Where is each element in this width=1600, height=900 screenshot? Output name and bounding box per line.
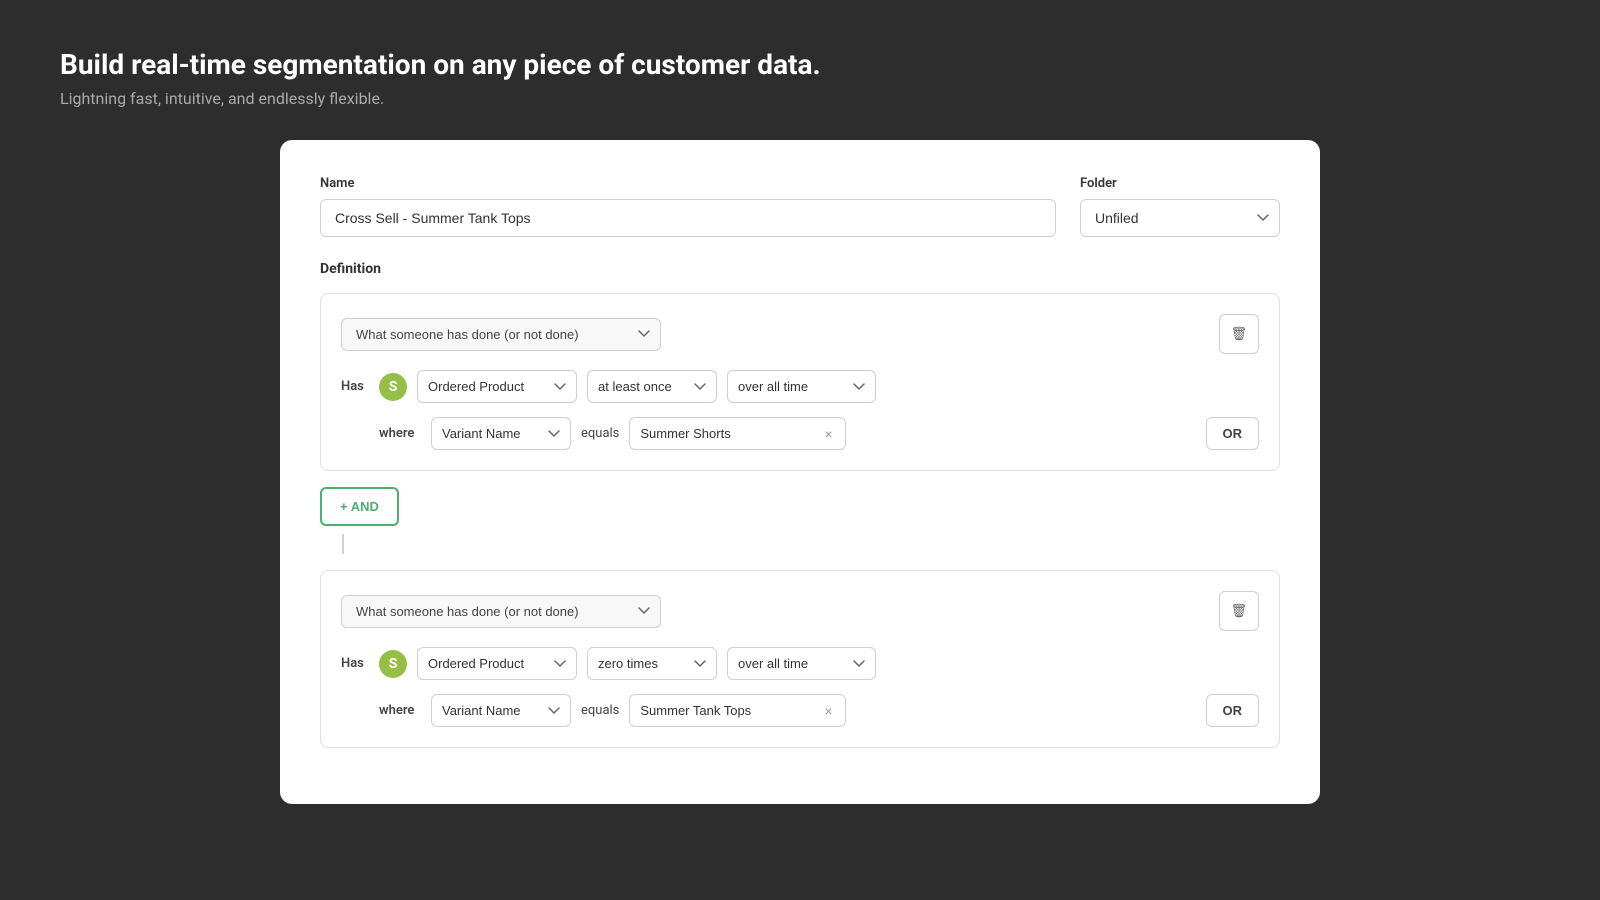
frequency-select-2[interactable]: zero times at least once exactly [587,647,717,680]
frequency-select-1[interactable]: at least once zero times exactly [587,370,717,403]
folder-group: Folder Unfiled Campaign Archive [1080,176,1280,237]
name-group: Name [320,176,1056,237]
name-label: Name [320,176,1056,191]
where-row-1: where Variant Name equals × OR [379,417,1259,450]
or-button-2[interactable]: OR [1206,694,1260,727]
and-connector [342,534,344,554]
condition-block-2: What someone has done (or not done) 🗑 Ha… [320,570,1280,748]
name-input[interactable] [320,199,1056,237]
page-subtitle: Lightning fast, intuitive, and endlessly… [60,89,1540,108]
property-select-2[interactable]: Variant Name [431,694,571,727]
has-label-1: Has [341,379,369,394]
where-label-2: where [379,703,421,718]
condition-type-select-2[interactable]: What someone has done (or not done) [341,595,661,628]
condition-header-2: What someone has done (or not done) 🗑 [341,591,1259,631]
or-button-1[interactable]: OR [1206,417,1260,450]
time-select-1[interactable]: over all time in the last 30 days in the… [727,370,876,403]
value-input-wrap-1: × [629,417,845,450]
property-select-1[interactable]: Variant Name [431,417,571,450]
folder-select[interactable]: Unfiled Campaign Archive [1080,199,1280,237]
value-input-1[interactable] [640,418,820,449]
header-section: Build real-time segmentation on any piec… [60,48,1540,108]
and-section: + AND [320,487,1280,554]
folder-label: Folder [1080,176,1280,191]
has-row-2: Has S Ordered Product zero times at leas… [341,647,1259,680]
shopify-icon-1: S [379,373,407,401]
condition-header-1: What someone has done (or not done) 🗑 [341,314,1259,354]
event-select-1[interactable]: Ordered Product [417,370,577,403]
where-row-2: where Variant Name equals × OR [379,694,1259,727]
condition-type-select-1[interactable]: What someone has done (or not done) [341,318,661,351]
value-input-wrap-2: × [629,694,845,727]
value-input-2[interactable] [640,695,820,726]
definition-label: Definition [320,261,1280,277]
event-select-2[interactable]: Ordered Product [417,647,577,680]
delete-button-1[interactable]: 🗑 [1219,314,1259,354]
time-select-2[interactable]: over all time in the last 30 days in the… [727,647,876,680]
name-folder-row: Name Folder Unfiled Campaign Archive [320,176,1280,237]
clear-button-2[interactable]: × [820,702,836,720]
equals-label-2: equals [581,703,619,718]
trash-icon-2: 🗑 [1231,603,1248,619]
has-row-1: Has S Ordered Product at least once zero… [341,370,1259,403]
page-title: Build real-time segmentation on any piec… [60,48,1540,81]
main-card: Name Folder Unfiled Campaign Archive Def… [280,140,1320,804]
clear-button-1[interactable]: × [820,425,836,443]
condition-block-1: What someone has done (or not done) 🗑 Ha… [320,293,1280,471]
trash-icon-1: 🗑 [1231,326,1248,342]
has-label-2: Has [341,656,369,671]
shopify-icon-2: S [379,650,407,678]
where-label-1: where [379,426,421,441]
equals-label-1: equals [581,426,619,441]
delete-button-2[interactable]: 🗑 [1219,591,1259,631]
and-button[interactable]: + AND [320,487,399,526]
